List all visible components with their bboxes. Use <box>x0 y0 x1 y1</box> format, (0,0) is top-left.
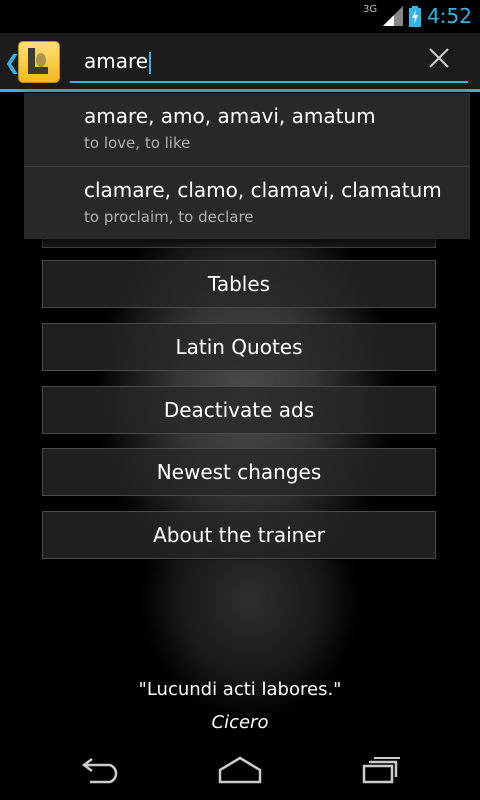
suggestion-item[interactable]: clamare, clamo, clamavi, clamatum to pro… <box>24 167 470 240</box>
battery-icon <box>409 5 422 27</box>
back-button[interactable] <box>60 752 140 788</box>
recent-apps-icon <box>362 757 400 784</box>
search-suggestions-dropdown: amare, amo, amavi, amatum to love, to li… <box>24 93 470 239</box>
app-logo-icon[interactable] <box>18 41 60 83</box>
menu-button-label: Latin Quotes <box>175 335 303 359</box>
menu-button-about-the-trainer[interactable]: About the trainer <box>42 511 436 559</box>
suggestion-sub-text: to proclaim, to declare <box>84 208 254 226</box>
clear-icon[interactable] <box>428 47 450 69</box>
status-bar: 3G 4:52 <box>0 0 480 33</box>
home-button[interactable] <box>200 752 280 788</box>
suggestion-sub-text: to love, to like <box>84 134 191 152</box>
home-icon <box>218 756 262 784</box>
suggestion-item[interactable]: amare, amo, amavi, amatum to love, to li… <box>24 93 470 166</box>
menu-button-deactivate-ads[interactable]: Deactivate ads <box>42 386 436 434</box>
menu-button-label: Deactivate ads <box>163 398 315 422</box>
logo-glyph <box>28 48 48 74</box>
text-cursor <box>149 51 152 74</box>
search-input[interactable]: amare <box>84 49 152 74</box>
navigation-bar <box>0 740 480 800</box>
search-field[interactable]: amare <box>70 41 468 83</box>
signal-icon <box>383 6 404 26</box>
menu-button-newest-changes[interactable]: Newest changes <box>42 448 436 496</box>
clock: 4:52 <box>427 4 472 28</box>
menu-button-tables[interactable]: Tables <box>42 260 436 308</box>
search-query-text: amare <box>84 49 149 73</box>
suggestion-main-text: amare, amo, amavi, amatum <box>84 104 376 128</box>
suggestion-main-text: clamare, clamo, clamavi, clamatum <box>84 178 442 202</box>
action-bar: ❮ amare <box>0 33 480 92</box>
menu-button-label: Newest changes <box>156 460 322 484</box>
menu-button-latin-quotes[interactable]: Latin Quotes <box>42 323 436 371</box>
menu-button-label: About the trainer <box>153 523 325 547</box>
recent-apps-button[interactable] <box>340 752 420 788</box>
menu-button-label: Tables <box>207 272 271 296</box>
quote-text: "Lucundi acti labores." <box>138 679 342 700</box>
quote-author: Cicero <box>211 712 269 733</box>
back-icon <box>81 758 118 784</box>
network-type: 3G <box>362 3 378 15</box>
